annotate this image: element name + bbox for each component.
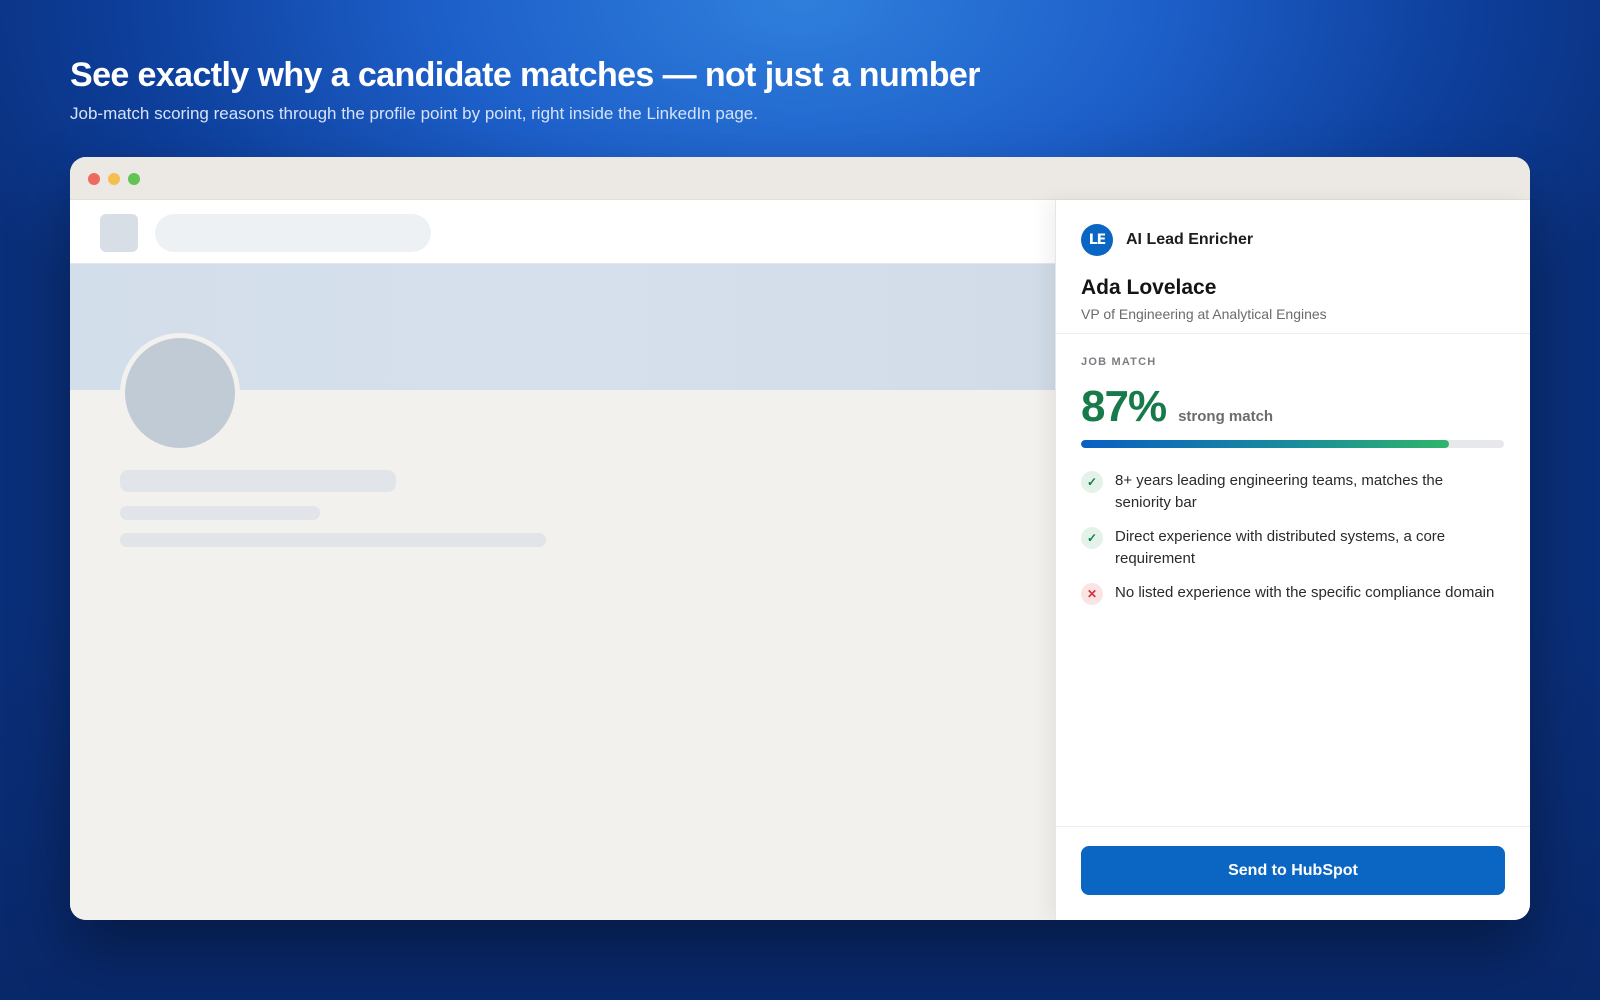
candidate-name: Ada Lovelace: [1081, 276, 1217, 299]
match-score: 87%: [1081, 382, 1167, 431]
minimize-window-button[interactable]: [108, 173, 120, 185]
match-reasons-list: ✓ 8+ years leading engineering teams, mat…: [1081, 470, 1505, 605]
match-progress-bar: [1081, 440, 1504, 448]
score-row: 87% strong match: [1081, 382, 1505, 432]
check-icon: ✓: [1081, 471, 1103, 493]
match-reason-item: ✕ No listed experience with the specific …: [1081, 582, 1505, 605]
maximize-window-button[interactable]: [128, 173, 140, 185]
brand-name: AI Lead Enricher: [1126, 231, 1254, 248]
candidate-title: VP of Engineering at Analytical Engines: [1081, 306, 1327, 322]
match-reason-text: 8+ years leading engineering teams, matc…: [1115, 472, 1444, 511]
enricher-side-panel: LE AI Lead Enricher Ada Lovelace VP of E…: [1055, 200, 1530, 920]
skeleton-detail-line: [120, 533, 546, 547]
match-note: strong match: [1178, 408, 1274, 425]
browser-window: LE AI Lead Enricher Ada Lovelace VP of E…: [70, 157, 1530, 920]
hero-subheadline: Job-match scoring reasons through the pr…: [70, 104, 758, 123]
match-reason-item: ✓ 8+ years leading engineering teams, mat…: [1081, 470, 1505, 514]
nav-logo-placeholder[interactable]: [100, 214, 138, 252]
cross-icon: ✕: [1081, 583, 1103, 605]
panel-header: LE AI Lead Enricher Ada Lovelace VP of E…: [1056, 200, 1530, 334]
match-reason-text: Direct experience with distributed syste…: [1115, 528, 1446, 567]
hero-headline: See exactly why a candidate matches — no…: [70, 56, 980, 94]
brand-row: LE AI Lead Enricher: [1081, 224, 1505, 256]
window-titlebar: [70, 157, 1530, 200]
match-progress-fill: [1081, 440, 1449, 448]
match-reason-item: ✓ Direct experience with distributed syst…: [1081, 526, 1505, 570]
page-navbar: [70, 200, 1055, 264]
brand-logo-icon: LE: [1081, 224, 1113, 256]
job-match-section: JOB MATCH 87% strong match ✓ 8+ years lea…: [1056, 334, 1530, 605]
panel-footer: Send to HubSpot: [1056, 826, 1530, 920]
close-window-button[interactable]: [88, 173, 100, 185]
job-match-label: JOB MATCH: [1081, 356, 1157, 368]
nav-search-placeholder[interactable]: [155, 214, 431, 252]
linkedin-profile-page: [70, 200, 1055, 920]
match-reason-text: No listed experience with the specific c…: [1115, 584, 1495, 601]
profile-avatar: [120, 333, 240, 453]
check-icon: ✓: [1081, 527, 1103, 549]
skeleton-headline-line: [120, 506, 320, 520]
send-to-hubspot-button[interactable]: Send to HubSpot: [1081, 846, 1505, 895]
skeleton-name-line: [120, 470, 396, 492]
